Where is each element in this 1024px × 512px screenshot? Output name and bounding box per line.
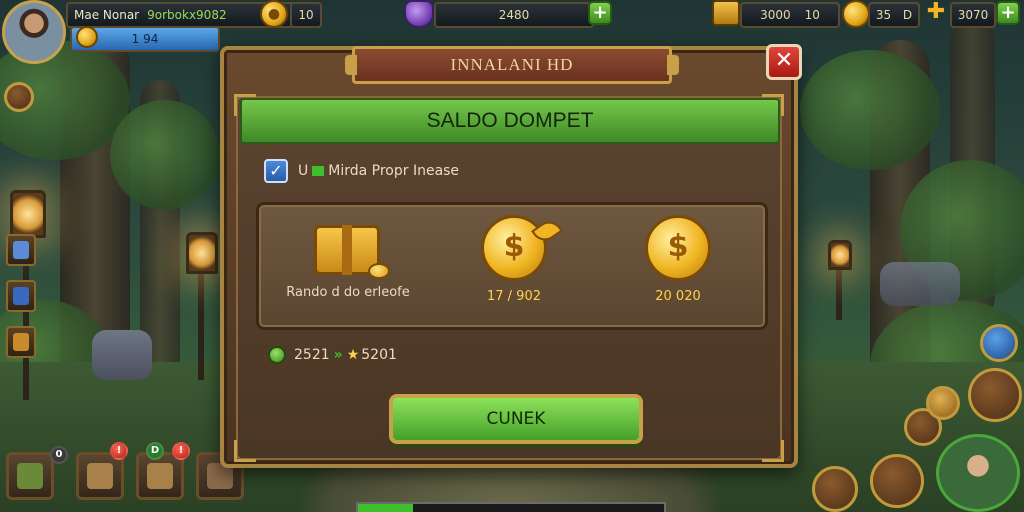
level-value: 1 94 bbox=[131, 32, 159, 46]
arrows-icon: » bbox=[333, 347, 343, 363]
stone-bench bbox=[92, 330, 152, 380]
map-icon bbox=[13, 241, 29, 259]
balance-stat-row: 2521 » ★ 5201 bbox=[268, 344, 397, 366]
sword-icon: ✚ bbox=[926, 0, 946, 24]
add-resource-button[interactable]: + bbox=[996, 1, 1020, 25]
treasure-chest-icon bbox=[312, 215, 390, 279]
slot-badge: 0 bbox=[50, 446, 68, 464]
shield-icon bbox=[268, 346, 286, 364]
slot-badge: D bbox=[146, 442, 164, 460]
stat2-value: 35 bbox=[875, 8, 892, 22]
reward-item-coin-stack: $ 20 020 bbox=[603, 215, 753, 304]
level-coin-icon bbox=[76, 26, 98, 48]
star-icon: ★ bbox=[346, 347, 360, 363]
corner-ornament bbox=[762, 440, 784, 462]
progress-bar bbox=[356, 502, 666, 512]
reward-panel: Rando d do erleofe $ 17 / 902 $ 20 020 bbox=[256, 202, 768, 330]
flag-icon bbox=[312, 166, 325, 176]
inventory-button[interactable] bbox=[6, 280, 36, 312]
reward-item-coin: $ 17 / 902 bbox=[439, 215, 589, 304]
alert-badge: ! bbox=[172, 442, 190, 460]
lantern-icon bbox=[186, 232, 218, 274]
lantern-icon bbox=[828, 240, 852, 270]
stat3-value: 3070 bbox=[957, 8, 989, 22]
quest-book-button[interactable] bbox=[968, 368, 1022, 422]
wallet-dialog: INNALANI HD ✕ SALDO DOMPET ✓ U Mirda Pro… bbox=[220, 44, 802, 468]
player-name: Mae Nonar bbox=[74, 8, 140, 22]
chest-button[interactable] bbox=[812, 466, 858, 512]
reward-value: 17 / 902 bbox=[487, 289, 541, 304]
potion-icon[interactable] bbox=[926, 386, 960, 420]
inventory-icon bbox=[13, 287, 29, 305]
checkbox-row: ✓ U Mirda Propr Inease bbox=[264, 158, 459, 184]
foliage bbox=[800, 50, 940, 170]
shop-icon bbox=[13, 333, 29, 351]
coin-counter: 10 bbox=[290, 2, 322, 28]
coin-stack-icon: $ bbox=[645, 215, 730, 284]
map-button[interactable] bbox=[6, 234, 36, 266]
hero-portrait-button[interactable] bbox=[936, 434, 1020, 512]
dialog-content: SALDO DOMPET ✓ U Mirda Propr Inease Rand… bbox=[234, 94, 784, 462]
dollar-coin-icon: $ bbox=[481, 215, 563, 281]
player-tag: 9orbokx9082 bbox=[147, 8, 227, 22]
lantern-icon bbox=[10, 190, 46, 238]
gem-counter: 2480 bbox=[434, 2, 594, 28]
hammer-icon bbox=[87, 463, 113, 489]
dialog-title: INNALANI HD bbox=[345, 46, 679, 84]
gold-coin-icon: ● bbox=[260, 0, 288, 28]
player-avatar[interactable] bbox=[2, 0, 66, 64]
stat2-counter: 35 D bbox=[868, 2, 920, 28]
add-gems-button[interactable]: + bbox=[588, 1, 612, 25]
stat1-small: 10 bbox=[804, 8, 820, 22]
lamp-post bbox=[198, 270, 204, 380]
reward-item-chest: Rando d do erleofe bbox=[273, 215, 423, 300]
gems-value: 2480 bbox=[498, 8, 530, 22]
stat2-letter: D bbox=[902, 8, 913, 22]
checkbox[interactable]: ✓ bbox=[264, 159, 288, 183]
shop-button[interactable] bbox=[6, 326, 36, 358]
inventory-slot[interactable] bbox=[6, 452, 54, 500]
close-button[interactable]: ✕ bbox=[766, 44, 802, 80]
tool-icon bbox=[147, 463, 173, 489]
bronze-coin-icon bbox=[842, 0, 870, 28]
checkbox-prefix: U bbox=[298, 163, 309, 179]
coins-value: 10 bbox=[298, 8, 314, 22]
confirm-button[interactable]: CUNEK bbox=[389, 394, 643, 444]
stat3-counter: 3070 bbox=[950, 2, 996, 28]
corner-ornament bbox=[234, 440, 256, 462]
reward-label: Rando d do erleofe bbox=[286, 285, 410, 300]
stat1-value: 3000 bbox=[760, 8, 791, 22]
purple-gem-icon bbox=[404, 0, 434, 28]
balance-value-secondary: 5201 bbox=[361, 347, 397, 363]
crafting-button[interactable] bbox=[870, 454, 924, 508]
alert-badge: ! bbox=[110, 442, 128, 460]
progress-fill bbox=[358, 504, 414, 512]
stat1-counter: 3000 10 bbox=[740, 2, 840, 28]
balance-value: 2521 bbox=[294, 347, 330, 363]
crate-icon bbox=[17, 463, 43, 489]
stone-table bbox=[880, 262, 960, 306]
reward-value: 20 020 bbox=[655, 289, 701, 304]
checkbox-label: Mirda Propr Inease bbox=[328, 163, 460, 179]
foliage bbox=[110, 100, 220, 210]
compass-button[interactable] bbox=[980, 324, 1018, 362]
wallet-balance-header: SALDO DOMPET bbox=[240, 98, 780, 144]
settings-gear-icon[interactable] bbox=[4, 82, 34, 112]
crate-icon bbox=[712, 0, 740, 26]
